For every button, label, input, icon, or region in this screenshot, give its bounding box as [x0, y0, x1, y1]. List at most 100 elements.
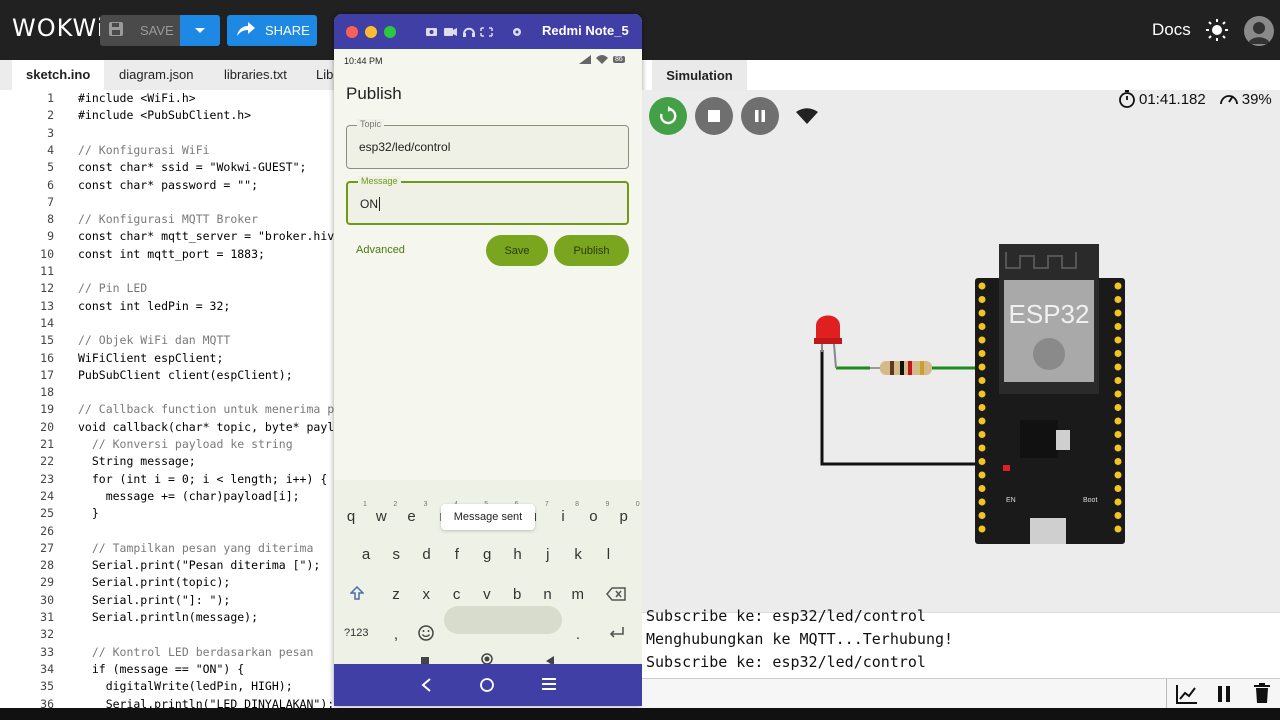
emoji-icon[interactable]	[418, 625, 434, 646]
topic-field[interactable]: Topic esp32/led/control	[346, 119, 629, 169]
key-symbols[interactable]: ?123	[344, 627, 368, 639]
key-h[interactable]: h	[508, 546, 528, 563]
menu-nav-icon	[542, 678, 556, 690]
header-pin	[1114, 390, 1122, 398]
maximize-window-button[interactable]	[384, 26, 396, 38]
esp32-board[interactable]	[975, 244, 1125, 544]
key-w[interactable]: w	[371, 508, 391, 525]
message-field[interactable]: Message ON	[346, 176, 629, 225]
tab-simulation[interactable]: Simulation	[652, 60, 747, 90]
line-number: 12	[40, 281, 54, 296]
header-pin	[1114, 309, 1122, 317]
close-window-button[interactable]	[346, 26, 358, 38]
line-number: 25	[40, 506, 54, 521]
line-number: 9	[47, 229, 54, 244]
save-button[interactable]: SAVE	[100, 15, 180, 46]
key-s[interactable]: s	[386, 546, 406, 563]
enter-icon[interactable]	[609, 626, 625, 644]
code-text: if (message == "ON") {	[78, 661, 245, 676]
en-button-label: EN	[1006, 497, 1016, 504]
sun-icon[interactable]	[1205, 18, 1229, 42]
code-text: }	[78, 506, 99, 521]
code-text: message += (char)payload[i];	[78, 488, 300, 503]
header-pin	[978, 377, 986, 384]
key-period[interactable]: .	[568, 626, 588, 643]
tab-libraries-txt[interactable]: libraries.txt	[210, 60, 301, 90]
save-options-dropdown[interactable]	[180, 15, 220, 46]
line-number: 35	[40, 679, 54, 694]
key-d[interactable]: d	[417, 546, 437, 563]
advanced-button[interactable]: Advanced	[356, 244, 405, 256]
share-arrow-icon	[237, 22, 255, 39]
pause-simulation-button[interactable]	[741, 97, 779, 135]
key-k[interactable]: k	[568, 546, 588, 563]
key-z[interactable]: z	[386, 586, 406, 603]
plotter-icon[interactable]	[1176, 684, 1198, 704]
key-q[interactable]: q	[341, 508, 361, 525]
line-number: 6	[47, 177, 54, 192]
key-f[interactable]: f	[447, 546, 467, 563]
header-pin	[1114, 350, 1122, 357]
code-text: Serial.print("]: ");	[78, 592, 231, 607]
line-number: 34	[40, 661, 54, 676]
key-x[interactable]: x	[416, 586, 436, 603]
key-m[interactable]: m	[568, 586, 588, 603]
key-b[interactable]: b	[507, 586, 527, 603]
line-number: 7	[47, 194, 54, 209]
key-p[interactable]: p	[614, 508, 634, 525]
serial-monitor[interactable]: Subscribe ke: esp32/led/control Menghubu…	[642, 607, 1280, 678]
serial-input-bar[interactable]	[642, 678, 1280, 709]
key-v[interactable]: v	[477, 586, 497, 603]
header-pin	[978, 390, 986, 398]
key-comma[interactable]: ,	[386, 626, 406, 643]
key-j[interactable]: j	[538, 546, 558, 563]
key-g[interactable]: g	[477, 546, 497, 563]
key-a[interactable]: a	[356, 546, 376, 563]
line-number: 24	[40, 488, 54, 503]
topic-field-value: esp32/led/control	[359, 140, 451, 154]
key-i[interactable]: i	[553, 508, 573, 525]
trash-icon[interactable]	[1254, 683, 1270, 703]
header-pin	[1114, 417, 1122, 425]
backspace-icon[interactable]	[606, 587, 626, 606]
save-message-button[interactable]: Save	[486, 235, 548, 266]
restart-simulation-button[interactable]	[649, 97, 687, 135]
key-c[interactable]: c	[447, 586, 467, 603]
line-number: 3	[47, 125, 54, 140]
pause-serial-icon[interactable]	[1217, 685, 1231, 703]
led-red[interactable]	[814, 315, 842, 369]
line-number: 32	[40, 627, 54, 642]
code-text: digitalWrite(ledPin, HIGH);	[78, 679, 293, 694]
back-nav-icon	[421, 678, 431, 692]
key-l[interactable]: l	[598, 546, 618, 563]
message-sent-toast: Message sent	[441, 504, 535, 530]
header-pin	[1114, 498, 1122, 506]
header-pin	[978, 417, 986, 425]
wifi-status-icon	[596, 55, 608, 64]
key-hint-number: 3	[423, 501, 428, 508]
resistor[interactable]	[870, 361, 932, 375]
tab-diagram-json[interactable]: diagram.json	[105, 60, 207, 90]
key-hint-number: 9	[605, 501, 610, 508]
user-avatar[interactable]	[1244, 16, 1274, 46]
publish-button[interactable]: Publish	[554, 235, 629, 266]
wokwi-logo[interactable]: WOKWi	[12, 14, 104, 42]
header-pin	[978, 485, 986, 492]
stop-simulation-button[interactable]	[695, 97, 733, 135]
minimize-window-button[interactable]	[365, 26, 377, 38]
header-pin	[978, 525, 986, 533]
text-cursor	[379, 197, 380, 211]
share-button[interactable]: SHARE	[227, 15, 317, 46]
code-text: // Callback function untuk menerima p	[78, 402, 335, 417]
docs-link[interactable]: Docs	[1152, 20, 1191, 40]
spacebar[interactable]	[444, 606, 562, 634]
key-o[interactable]: o	[583, 508, 603, 525]
tab-sketch-ino[interactable]: sketch.ino	[12, 60, 105, 90]
code-text: const char* ssid = "Wokwi-GUEST";	[78, 160, 307, 175]
line-number: 4	[47, 142, 54, 157]
header-pin	[978, 498, 986, 506]
shift-icon[interactable]	[349, 585, 365, 605]
key-hint-number: 8	[575, 501, 580, 508]
key-e[interactable]: e	[402, 508, 422, 525]
key-n[interactable]: n	[538, 586, 558, 603]
